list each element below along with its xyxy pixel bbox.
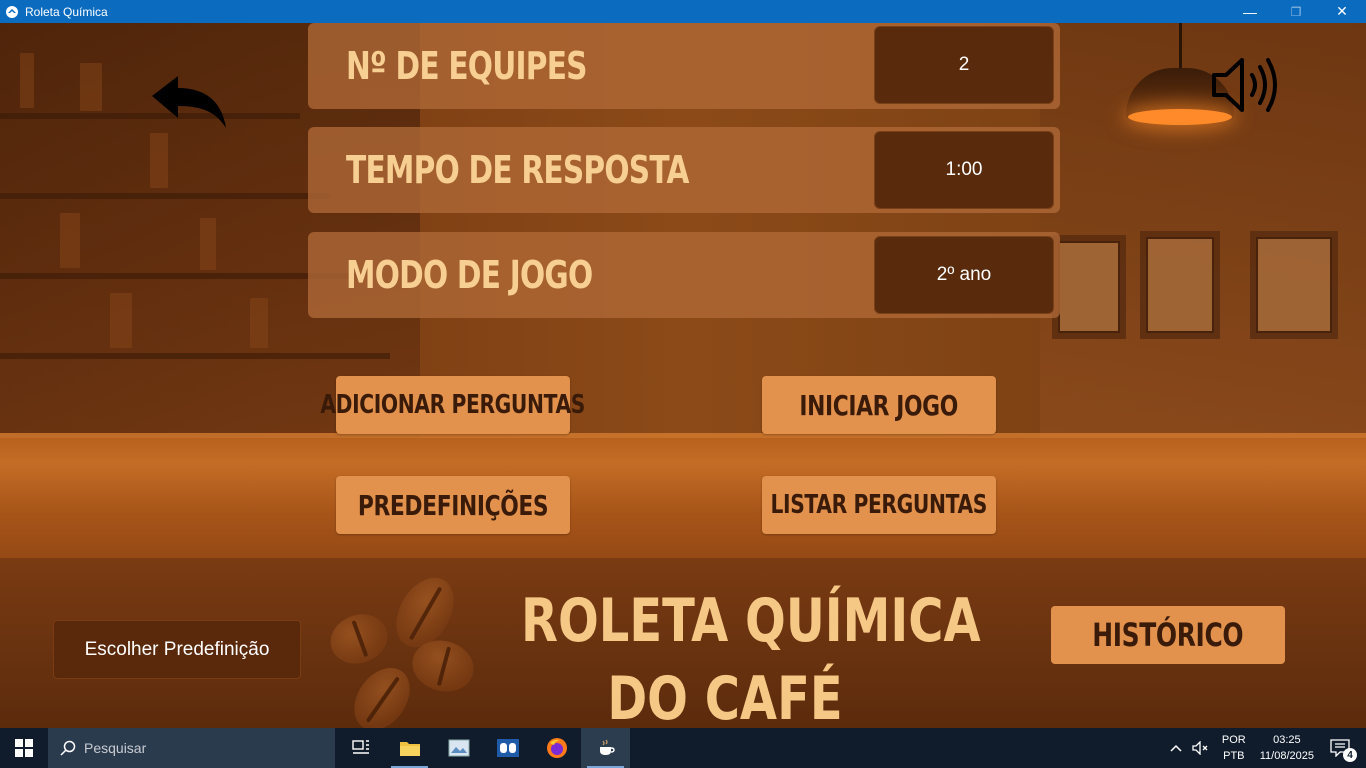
history-button[interactable]: HISTÓRICO [1051, 606, 1285, 664]
chevron-up-icon[interactable] [1170, 744, 1182, 752]
language-top: POR [1221, 734, 1246, 746]
restore-button[interactable]: ❐ [1273, 0, 1319, 23]
setting-teams-label: Nº DE EQUIPES [346, 44, 588, 88]
notification-count-badge: 4 [1343, 748, 1357, 762]
firefox-icon[interactable] [532, 728, 581, 768]
setting-mode-label: MODO DE JOGO [346, 253, 593, 297]
picture-frame [1250, 231, 1338, 339]
file-explorer-icon[interactable] [385, 728, 434, 768]
teams-count-field[interactable]: 2 [874, 26, 1054, 104]
picture-frame [1052, 235, 1126, 339]
close-button[interactable]: ✕ [1319, 0, 1365, 23]
back-arrow-icon[interactable] [148, 72, 230, 132]
setting-mode-row: MODO DE JOGO 2º ano [308, 232, 1060, 318]
setting-time-row: TEMPO DE RESPOSTA 1:00 [308, 127, 1060, 213]
system-tray: POR PTB 03:25 11/08/2025 4 [1170, 728, 1366, 768]
presets-button[interactable]: PREDEFINIÇÕES [336, 476, 570, 534]
add-questions-label: ADICIONAR PERGUNTAS [320, 390, 586, 420]
setting-teams-row: Nº DE EQUIPES 2 [308, 23, 1060, 109]
setting-time-label: TEMPO DE RESPOSTA [346, 148, 689, 192]
roleta-quimica-taskbar-icon[interactable] [581, 728, 630, 768]
counter-background [0, 438, 1366, 573]
game-title-line2: DO CAFÉ [607, 664, 843, 734]
list-questions-label: LISTAR PERGUNTAS [770, 490, 988, 520]
add-questions-button[interactable]: ADICIONAR PERGUNTAS [321, 376, 586, 434]
notifications-icon[interactable]: 4 [1330, 739, 1357, 762]
language-bottom: PTB [1223, 750, 1245, 762]
list-questions-button[interactable]: LISTAR PERGUNTAS [762, 476, 996, 534]
minimize-button[interactable]: — [1227, 0, 1273, 23]
clock-time: 03:25 [1273, 734, 1301, 746]
taskbar-search[interactable]: Pesquisar [48, 728, 335, 768]
clock-date: 11/08/2025 [1259, 750, 1314, 762]
window-titlebar: Roleta Química — ❐ ✕ [0, 0, 1366, 23]
search-icon [60, 740, 76, 756]
volume-muted-icon[interactable] [1192, 741, 1208, 755]
app-icon [5, 5, 19, 19]
task-view-icon[interactable] [336, 728, 385, 768]
dolby-app-icon[interactable] [483, 728, 532, 768]
picture-frame [1140, 231, 1220, 339]
window-title: Roleta Química [25, 4, 108, 19]
speaker-volume-icon[interactable] [1208, 55, 1284, 115]
game-title: ROLETA QUÍMICA DO CAFÉ [521, 582, 981, 738]
game-mode-select[interactable]: 2º ano [874, 236, 1054, 314]
history-label: HISTÓRICO [1092, 616, 1244, 654]
windows-start-icon[interactable] [0, 728, 48, 768]
game-title-line1: ROLETA QUÍMICA [521, 586, 981, 656]
start-game-button[interactable]: INICIAR JOGO [762, 376, 996, 434]
presets-label: PREDEFINIÇÕES [357, 488, 549, 522]
photos-app-icon[interactable] [434, 728, 483, 768]
choose-preset-button[interactable]: Escolher Predefinição [53, 620, 301, 679]
taskbar: Pesquisar POR PTB 03:25 11/08/2025 4 [0, 728, 1366, 768]
response-time-field[interactable]: 1:00 [874, 131, 1054, 209]
clock[interactable]: 03:25 11/08/2025 [1260, 732, 1314, 764]
language-indicator[interactable]: POR PTB [1222, 732, 1246, 764]
search-placeholder: Pesquisar [84, 740, 147, 756]
start-game-label: INICIAR JOGO [799, 388, 959, 422]
